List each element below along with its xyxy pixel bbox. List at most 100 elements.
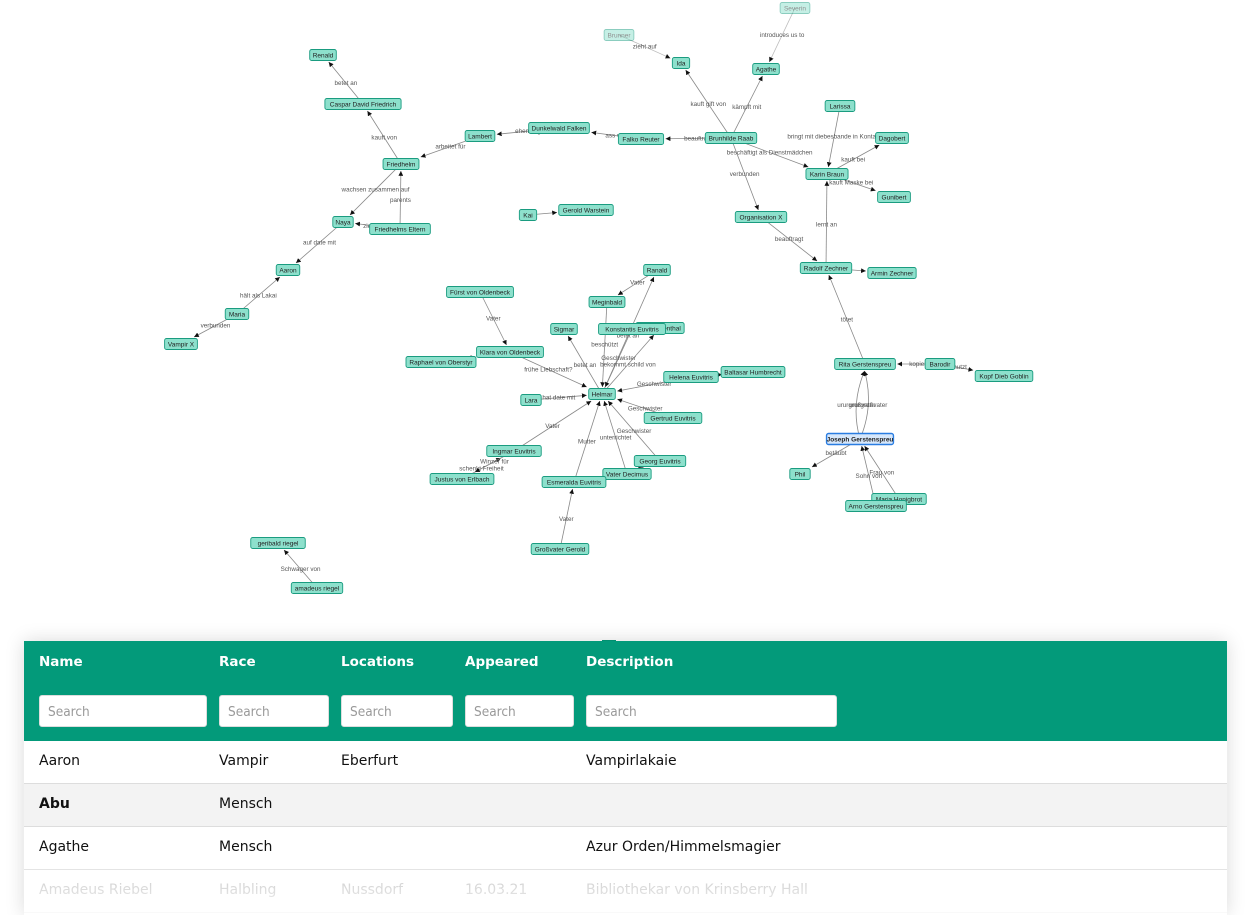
edge-label: arbeitet für [435, 144, 465, 151]
edge-label: kauft bei [841, 157, 865, 164]
edge-label: verbunden [730, 171, 760, 178]
edge-label: betet an [334, 80, 357, 87]
graph-node[interactable]: Arno Gerstenspreu [845, 500, 907, 512]
edge-label: Vater [545, 423, 560, 430]
graph-node[interactable]: Lara [520, 394, 542, 406]
search-name-input[interactable]: Search [39, 695, 207, 727]
search-appeared-input[interactable]: Search [465, 695, 574, 727]
node-label: Falko Reuter [622, 136, 660, 143]
graph-node[interactable]: Raphael von Oberstyr [405, 356, 477, 368]
graph-node[interactable]: Barodir [924, 358, 956, 370]
graph-node[interactable]: Larissa [824, 100, 856, 112]
graph-node[interactable]: Gunibert [877, 191, 911, 203]
graph-node[interactable]: Vater Decimus [602, 468, 652, 480]
node-label: Friedhelms Eltern [375, 226, 426, 233]
graph-node[interactable]: Friedhelms Eltern [369, 223, 431, 235]
node-label: Konstantis Euvitris [605, 326, 659, 333]
graph-node[interactable]: Sigmar [550, 323, 578, 335]
scroll-fade [24, 855, 1227, 915]
graph-node[interactable]: Friedhelm [382, 158, 420, 170]
graph-node[interactable]: Meginbald [588, 296, 626, 308]
edge-label: beauftragt [775, 236, 804, 243]
graph-node[interactable]: Renald [309, 49, 337, 61]
table-row[interactable]: Abu Mensch [24, 784, 1227, 827]
node-label: Arno Gerstenspreu [849, 503, 904, 510]
node-label: Esmeralda Euvitris [547, 479, 602, 486]
column-header-description[interactable]: Description [586, 654, 673, 670]
graph-node[interactable]: Rita Gerstenspreu [834, 358, 896, 370]
node-label: Vampir X [168, 341, 195, 348]
node-label: Aaron [279, 267, 297, 274]
graph-node[interactable]: Kopf Dieb Goblin [974, 370, 1034, 382]
graph-node[interactable]: Esmeralda Euvitris [541, 476, 607, 488]
graph-node[interactable]: Radolf Zechner [799, 262, 853, 274]
graph-node[interactable]: Georg Euvitris [633, 455, 687, 467]
graph-node[interactable]: Ingmar Euvitris [486, 445, 542, 457]
graph-node[interactable]: Helena Euvitris [663, 371, 719, 383]
node-label: Agathe [756, 66, 777, 73]
graph-node[interactable]: Armin Zechner [867, 267, 917, 279]
graph-node[interactable]: geribald riegel [250, 537, 306, 549]
graph-node[interactable]: Maria [224, 308, 250, 320]
edge-label: hat date mit [542, 395, 575, 402]
graph-node[interactable]: Gerold Warstein [558, 204, 614, 216]
graph-node[interactable]: Joseph Gerstenspreu [825, 432, 895, 446]
column-header-name[interactable]: Name [39, 654, 83, 670]
graph-node[interactable]: Ranald [643, 264, 671, 276]
graph-node[interactable]: Phil [789, 468, 811, 480]
graph-node[interactable]: Severin [779, 2, 811, 14]
node-label: Kai [523, 212, 532, 219]
graph-node[interactable]: amadeus riegel [290, 582, 344, 594]
edge-label: betäubt [825, 450, 846, 457]
graph-node[interactable]: Falko Reuter [617, 133, 665, 145]
search-race-input[interactable]: Search [219, 695, 329, 727]
graph-node[interactable]: Caspar David Friedrich [324, 98, 402, 110]
edge-label: ururgroßvater [837, 402, 875, 409]
table-header: Name Race Locations Appeared Description… [24, 641, 1227, 741]
edge-label: lernt an [816, 222, 838, 229]
node-label: Karin Braun [810, 171, 845, 178]
table-row[interactable]: Aaron Vampir Eberfurt Vampirlakaie [24, 741, 1227, 784]
node-label: Helena Euvitris [669, 374, 713, 381]
edge-label: verbunden [201, 323, 231, 330]
column-header-race[interactable]: Race [219, 654, 256, 670]
graph-node[interactable]: Vampir X [164, 338, 198, 350]
column-header-locations[interactable]: Locations [341, 654, 414, 670]
node-label: Meginbald [592, 299, 622, 306]
search-description-input[interactable]: Search [586, 695, 837, 727]
search-locations-input[interactable]: Search [341, 695, 453, 727]
graph-node[interactable]: Agathe [752, 63, 780, 75]
graph-node[interactable]: Gertrud Euvitris [643, 412, 703, 424]
edge-label: schenkt Freiheit [459, 466, 504, 473]
graph-node[interactable]: Helmar [588, 388, 616, 400]
node-label: Justus von Erlbach [435, 476, 490, 483]
node-label: Dunkelwald Falken [532, 125, 587, 132]
graph-node[interactable]: Konstantis Euvitris [598, 323, 666, 335]
graph-node[interactable]: Dunkelwald Falken [528, 122, 590, 134]
graph-node[interactable]: Aaron [275, 264, 301, 276]
column-header-appeared[interactable]: Appeared [465, 654, 539, 670]
edge-label: kauft Maske bei [829, 179, 873, 186]
edge-label: zieht auf [633, 44, 657, 51]
node-label: Dagobert [879, 135, 906, 142]
graph-node[interactable]: Baltasar Humbrecht [720, 366, 786, 378]
graph-node[interactable]: Brunhilde Raab [704, 132, 758, 144]
node-label: Sigmar [554, 326, 575, 333]
graph-node[interactable]: Großvater Gerold [530, 543, 590, 555]
graph-node[interactable]: Klara von Oldenbeck [476, 346, 544, 358]
graph-node[interactable]: Ida [671, 57, 691, 69]
graph-node[interactable]: Brunner [603, 29, 635, 41]
relationship-graph[interactable]: betet ankauft vonarbeitet fürehemaligass… [0, 0, 1250, 640]
graph-node[interactable]: Fürst von Oldenbeck [446, 286, 514, 298]
graph-node[interactable]: Naya [332, 216, 354, 228]
graph-node[interactable]: Kai [518, 209, 538, 221]
node-label: Gunibert [882, 194, 907, 201]
graph-node[interactable]: Lambert [464, 130, 496, 142]
graph-node[interactable]: Organisation X [734, 211, 788, 223]
cell-description: Vampirlakaie [586, 753, 677, 769]
node-label: Baltasar Humbrecht [724, 369, 782, 376]
edge-label: auf date mit [303, 240, 336, 247]
graph-node[interactable]: Dagobert [875, 132, 909, 144]
graph-node[interactable]: Justus von Erlbach [429, 473, 495, 485]
graph-node[interactable]: Karin Braun [805, 168, 849, 180]
